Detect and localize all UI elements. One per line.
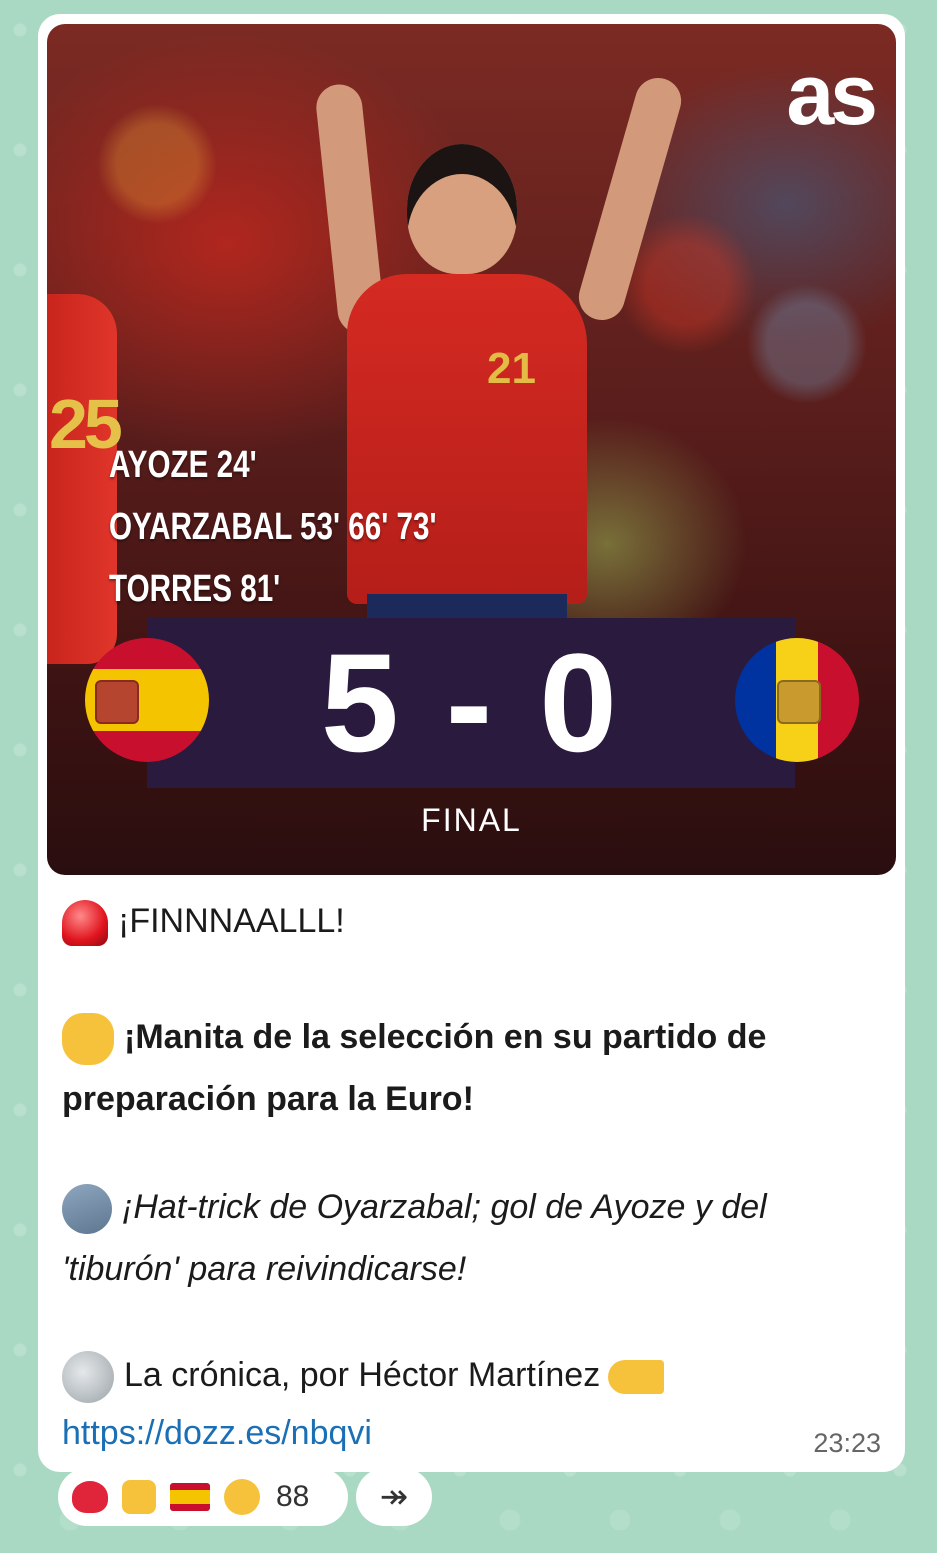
siren-icon	[62, 900, 108, 947]
article-link[interactable]: https://dozz.es/nbqvi	[62, 1414, 372, 1453]
final-score: 5 - 0	[320, 624, 622, 781]
andorra-crest-icon	[777, 680, 821, 724]
shark-icon	[62, 1184, 112, 1235]
forward-button[interactable]: ↠	[356, 1468, 432, 1526]
summary-text: ¡Hat-trick de Oyarzabal; gol de Ayoze y …	[62, 1188, 767, 1288]
scorer-line: AYOZE 24'	[109, 444, 257, 486]
match-status: FINAL	[421, 802, 522, 838]
thumbs-up-icon[interactable]	[122, 1480, 156, 1514]
reactions-bar[interactable]: 88	[58, 1468, 348, 1526]
player-left: 25	[47, 294, 123, 664]
message-timestamp: 23:23	[813, 1428, 881, 1458]
spain-flag-icon	[85, 638, 209, 762]
player-number: 21	[487, 344, 536, 393]
message-line-summary: ¡Hat-trick de Oyarzabal; gol de Ayoze y …	[62, 1176, 881, 1300]
spain-crest-icon	[95, 680, 139, 724]
player-arm-right	[573, 72, 687, 326]
reaction-count: 88	[276, 1480, 310, 1513]
message-line-cronica: La crónica, por Héctor Martínez	[62, 1344, 881, 1406]
scorer-line: OYARZABAL 53' 66' 73'	[109, 506, 437, 548]
joy-icon[interactable]	[224, 1479, 260, 1515]
message-bubble[interactable]: 25 21 as AYOZE 24' OYARZABAL 53' 66' 73'…	[38, 14, 905, 1472]
message-image[interactable]: 25 21 as AYOZE 24' OYARZABAL 53' 66' 73'…	[47, 24, 896, 875]
heart-icon[interactable]	[72, 1481, 108, 1513]
player-head	[407, 144, 517, 274]
message-line-headline: ¡Manita de la selección en su partido de…	[62, 1006, 881, 1130]
spain-flag-reaction-icon[interactable]	[170, 1483, 210, 1511]
as-logo: as	[786, 47, 878, 143]
pointing-right-icon	[608, 1360, 665, 1395]
forward-icon: ↠	[379, 1478, 409, 1516]
message-line-alert: ¡FINNNAALLL!	[62, 890, 881, 952]
scorer-line: TORRES 81'	[109, 568, 281, 610]
score-bar: 5 - 0	[147, 618, 795, 788]
alert-text: ¡FINNNAALLL!	[118, 902, 345, 940]
headline-text: ¡Manita de la selección en su partido de…	[62, 1018, 767, 1118]
raised-hand-icon	[62, 1013, 114, 1066]
cronica-text: La crónica, por Héctor Martínez	[124, 1356, 601, 1394]
andorra-flag-icon	[735, 638, 859, 762]
scorers-list: AYOZE 24' OYARZABAL 53' 66' 73' TORRES 8…	[109, 434, 437, 620]
satellite-dish-icon	[62, 1351, 114, 1404]
